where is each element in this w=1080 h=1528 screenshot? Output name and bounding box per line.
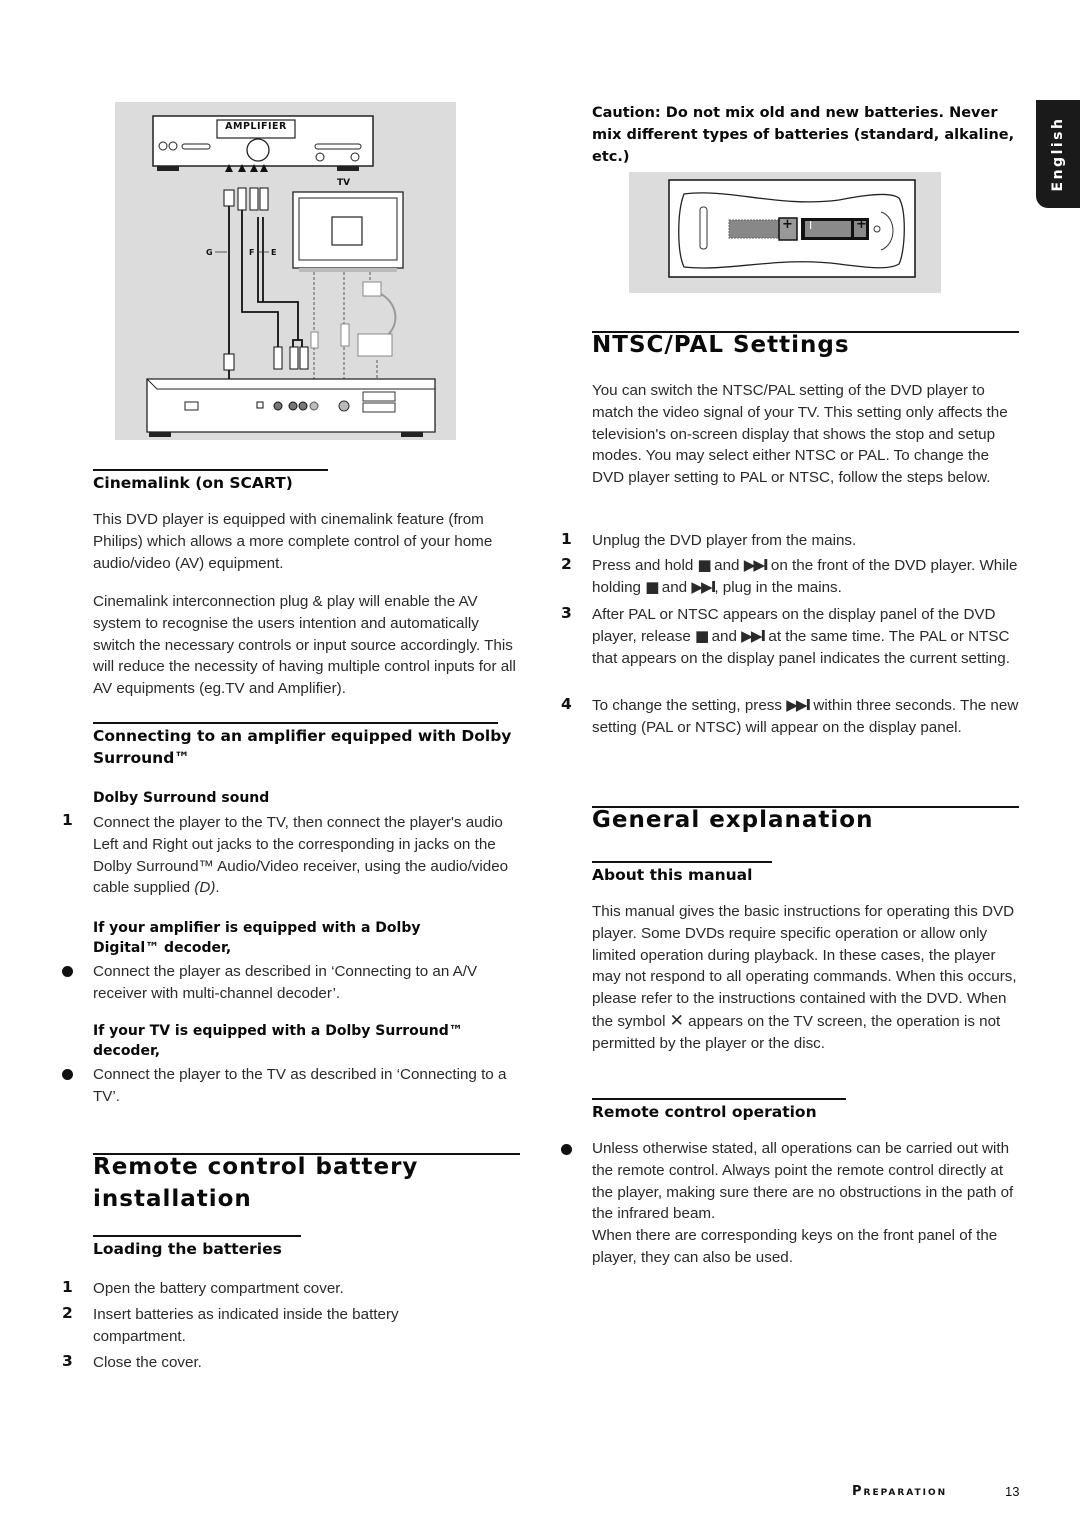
remote-battery-drawing: [668, 179, 916, 278]
battery-step-text: Close the cover.: [93, 1354, 202, 1371]
ntsc-step-number: 2: [561, 555, 572, 573]
battery-figure: + I +: [629, 172, 941, 293]
footer-section-title: Preparation: [852, 1484, 948, 1499]
next-button-icon: ▶▶I: [743, 556, 769, 574]
general-heading: General explanation: [592, 807, 874, 833]
ntsc-step-text: Press and hold ■ and ▶▶I on the front of…: [592, 555, 1024, 599]
cable-label-e: E: [271, 248, 276, 257]
ntsc-step-text-part: and: [707, 627, 742, 645]
prohibited-symbol-icon: ✕: [669, 1010, 684, 1030]
battery-step-text: Insert batteries as indicated inside the…: [93, 1306, 399, 1345]
remote-operation-heading: Remote control operation: [592, 1103, 817, 1121]
cinemalink-rule: [93, 469, 328, 471]
ntsc-step-number: 4: [561, 695, 572, 713]
ntsc-step-text-part: Press and hold: [592, 557, 698, 574]
cinemalink-paragraph-2: Cinemalink interconnection plug & play w…: [93, 593, 516, 698]
ntsc-step-text-part: and: [657, 578, 692, 596]
battery-step-number: 3: [62, 1352, 73, 1370]
about-manual-text-part1: This manual gives the basic instructions…: [592, 903, 1017, 1030]
amplifier-label: AMPLIFIER: [225, 121, 287, 132]
battery-section-heading-line1: Remote control battery: [93, 1154, 419, 1180]
dolby-surround-subheading: Dolby Surround sound: [93, 790, 270, 806]
stop-button-icon: ■: [697, 556, 712, 574]
bullet-icon: [561, 1144, 572, 1155]
bullet-icon: [62, 1069, 73, 1080]
amplifier-section-rule: [93, 722, 498, 724]
page-number: 13: [1005, 1484, 1020, 1499]
stop-button-icon: ■: [695, 626, 709, 645]
dolby-digital-bullet: Connect the player as described in ‘Conn…: [93, 963, 478, 1002]
ntsc-step-text: Unplug the DVD player from the mains.: [592, 530, 1024, 552]
amplifier-section-heading: Connecting to an amplifier equipped with…: [93, 727, 512, 767]
ntsc-step-text: To change the setting, press ▶▶I within …: [592, 695, 1024, 739]
dolby-step-end: .: [215, 879, 220, 897]
ntsc-step-number: 1: [561, 530, 572, 548]
cinemalink-paragraph-1: This DVD player is equipped with cinemal…: [93, 511, 493, 572]
battery-step-text: Open the battery compartment cover.: [93, 1280, 344, 1297]
next-button-icon: ▶▶I: [786, 696, 811, 714]
battery-step-number: 2: [62, 1304, 73, 1322]
connection-diagram-drawing: G F E: [146, 115, 436, 437]
battery-section-heading-line2: installation: [93, 1186, 252, 1212]
remote-operation-text-2: When there are corresponding keys on the…: [592, 1227, 998, 1266]
stop-button-icon: ■: [645, 577, 659, 596]
ntsc-step-text-part: and: [709, 557, 744, 574]
about-manual-rule: [592, 861, 772, 863]
ntsc-pal-intro: You can switch the NTSC/PAL setting of t…: [592, 382, 1008, 487]
remote-operation-text-1: Unless otherwise stated, all operations …: [592, 1140, 1014, 1223]
about-manual-heading: About this manual: [592, 866, 753, 884]
loading-batteries-rule: [93, 1235, 301, 1237]
dolby-step-text: Connect the player to the TV, then conne…: [93, 812, 521, 899]
audio-cables: [228, 202, 303, 408]
battery-plus-2: +: [856, 217, 867, 232]
language-tab: English: [1036, 100, 1080, 208]
ntsc-step-text: After PAL or NTSC appears on the display…: [592, 604, 1024, 669]
language-tab-label: English: [1050, 116, 1066, 192]
dolby-digital-heading: If your amplifier is equipped with a Dol…: [93, 920, 421, 956]
tv-dolby-bullet: Connect the player to the TV as describe…: [93, 1066, 507, 1105]
remote-operation-rule: [592, 1098, 846, 1100]
ntsc-step-text-part: , plug in the mains.: [714, 578, 842, 596]
bullet-icon: [62, 966, 73, 977]
battery-step-number: 1: [62, 1278, 73, 1296]
dolby-step-body: Connect the player to the TV, then conne…: [93, 814, 509, 897]
next-button-icon: ▶▶I: [741, 626, 766, 645]
battery-minus: I: [809, 219, 813, 232]
ntsc-step-text-part: Unplug the DVD player from the mains.: [592, 532, 857, 549]
ntsc-pal-heading: NTSC/PAL Settings: [592, 332, 850, 358]
battery-1-icon: [728, 219, 780, 239]
cable-reference: (D): [194, 879, 216, 897]
tv-label: TV: [337, 178, 351, 188]
next-button-icon: ▶▶I: [691, 577, 716, 596]
connection-diagram: G F E AMPLIFIER TV: [115, 102, 456, 440]
tv-illustration: [292, 191, 404, 272]
tv-dolby-heading: If your TV is equipped with a Dolby Surr…: [93, 1023, 463, 1059]
cable-label-g: G: [206, 248, 213, 257]
battery-caution: Caution: Do not mix old and new batterie…: [592, 105, 1015, 165]
ntsc-step-number: 3: [561, 604, 572, 622]
loading-batteries-heading: Loading the batteries: [93, 1240, 282, 1258]
dolby-step-number: 1: [62, 811, 73, 829]
ntsc-step-text-part: To change the setting, press: [592, 697, 787, 714]
battery-plus-1: +: [782, 217, 793, 232]
about-manual-text: This manual gives the basic instructions…: [592, 901, 1024, 1055]
cable-label-f: F: [249, 248, 254, 257]
dvd-player-illustration: [146, 378, 436, 437]
cinemalink-heading: Cinemalink (on SCART): [93, 474, 293, 492]
